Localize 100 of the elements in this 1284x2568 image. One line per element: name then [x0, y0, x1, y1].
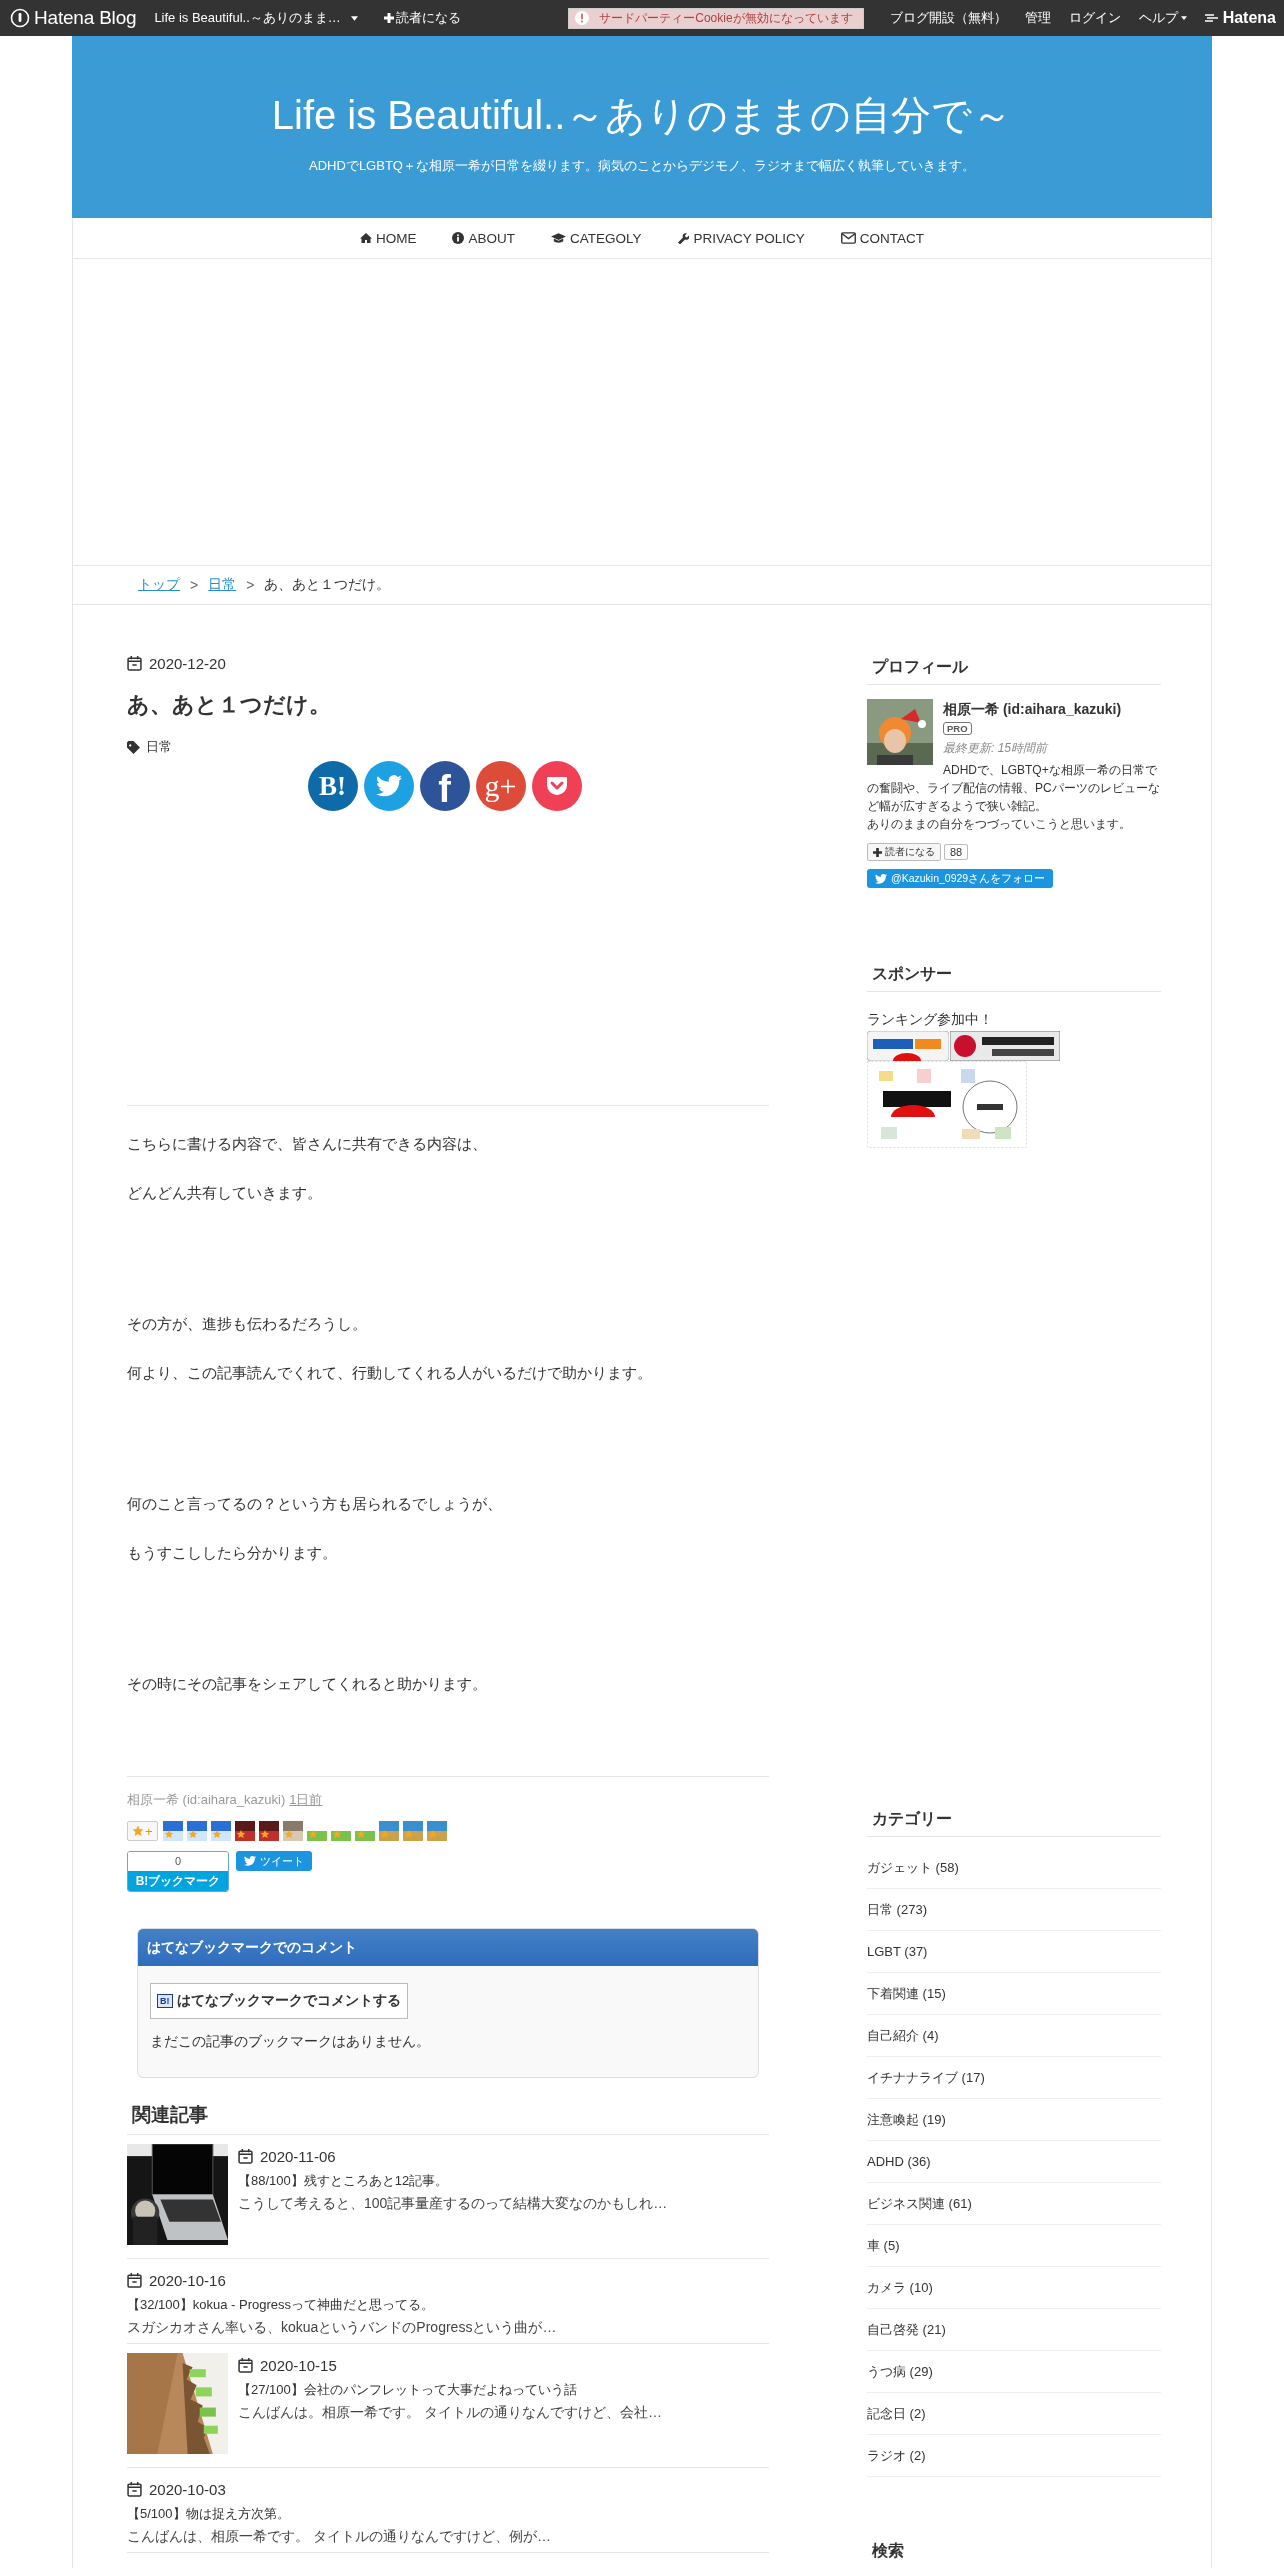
star-avatar-icon[interactable]: [186, 1821, 207, 1841]
entry-snippet: こんばんは。相原一希です。 タイトルの通りなんですけど、会社…: [238, 2403, 662, 2421]
sidebar-heading: 検索: [867, 2541, 1161, 2568]
graduation-cap-icon: [550, 232, 566, 244]
calendar-icon: [238, 2149, 253, 2164]
calendar-icon: [127, 656, 142, 671]
star-avatar-icon[interactable]: [378, 1821, 399, 1841]
nav-link[interactable]: PRIVACY POLICY: [677, 230, 805, 246]
ranking-text: ランキング参加中！: [867, 1011, 994, 1029]
star-avatar-icon[interactable]: [162, 1821, 183, 1841]
blog-description: ADHDでLGBTQ＋な相原一希が日常を綴ります。病気のことからデジモノ、ラジオまで幅広く執筆していきます。: [309, 156, 975, 175]
entry-date: 2020-11-06: [260, 2148, 336, 2165]
related-entry-link[interactable]: 【27/100】会社のパンフレットって大事だよねっていう話: [238, 2381, 662, 2398]
star-avatar-icon[interactable]: [426, 1821, 447, 1841]
breadcrumb-link[interactable]: トップ: [138, 576, 180, 594]
pocket-share-button[interactable]: [531, 761, 582, 811]
plus-icon: [873, 847, 882, 857]
category-link[interactable]: 下着関連 (15): [867, 1984, 946, 2003]
body-paragraph: もうすこししたら分かります。: [127, 1544, 338, 1563]
related-entry-link[interactable]: 【5/100】物は捉え方次第。: [127, 2505, 551, 2522]
category-link[interactable]: カメラ (10): [867, 2278, 933, 2297]
bird-icon: [244, 1856, 256, 1866]
bird-icon: [375, 775, 402, 797]
related-entry-link[interactable]: 【32/100】kokua - Progressって神曲だと思ってる。: [127, 2296, 557, 2313]
entry-snippet: スガシカオさん率いる、kokuaというバンドのProgressという曲が…: [127, 2318, 557, 2336]
nav-link[interactable]: CATEGOLY: [550, 230, 642, 246]
breadcrumb-link[interactable]: 日常: [208, 576, 237, 594]
body-paragraph: こちらに書ける内容で、皆さんに共有できる内容は、: [127, 1135, 488, 1154]
star-avatar-icon[interactable]: [282, 1821, 303, 1841]
category-link[interactable]: 記念日 (2): [867, 2404, 926, 2423]
hatena-logo-icon[interactable]: [1204, 13, 1221, 23]
star-avatar-icon[interactable]: [402, 1821, 423, 1841]
related-entry-link[interactable]: 【88/100】残すところあと12記事。: [238, 2172, 668, 2189]
category-link[interactable]: イチナナライブ (17): [867, 2068, 985, 2087]
info-icon: [452, 232, 465, 244]
sidebar-heading: カテゴリー: [867, 1809, 1161, 1837]
top-bar-link[interactable]: ブログ開設（無料）: [889, 9, 1007, 27]
bookmark-comment-button[interactable]: B! はてなブックマークでコメントする: [150, 1983, 408, 2019]
hatena-bookmark-button[interactable]: 0 B!ブックマーク: [127, 1851, 229, 1892]
category-link[interactable]: 自己紹介 (4): [867, 2026, 939, 2045]
sidebar-heading: スポンサー: [867, 964, 1161, 992]
category-link[interactable]: ガジェット (58): [867, 1858, 959, 1877]
hatena-bookmark-share-button[interactable]: B!: [307, 761, 358, 811]
body-paragraph: その時にその記事をシェアしてくれると助かります。: [127, 1675, 488, 1694]
breadcrumb-current: あ、あと１つだけ。: [264, 576, 391, 594]
category-link[interactable]: 日常 (273): [867, 1900, 927, 1919]
twitter-share-button[interactable]: [363, 761, 414, 811]
entry-title[interactable]: あ、あと１つだけ。: [127, 690, 769, 720]
top-bar-link[interactable]: 管理: [1024, 9, 1051, 27]
breadcrumb-separator: >: [190, 577, 199, 593]
caret-icon: [1180, 16, 1187, 20]
facebook-share-button[interactable]: f: [419, 761, 470, 811]
entry-snippet: こんばんは、相原一希です。 タイトルの通りなんですけど、例が…: [127, 2527, 551, 2545]
hatena-logo[interactable]: Hatena: [1222, 9, 1276, 27]
category-link[interactable]: LGBT (37): [867, 1944, 928, 1959]
subscribe-link[interactable]: 読者になる: [395, 9, 461, 27]
nav-link[interactable]: ABOUT: [452, 230, 515, 246]
body-paragraph: 何のこと言ってるの？という方も居られるでしょうが、: [127, 1495, 503, 1514]
category-link[interactable]: うつ病 (29): [867, 2362, 933, 2381]
blog-menu[interactable]: Life is Beautiful..～ありのまま…: [154, 9, 341, 27]
profile-name[interactable]: 相原一希 (id:aihara_kazuki): [867, 699, 1161, 719]
calendar-icon: [127, 2273, 142, 2288]
bird-icon: [875, 873, 887, 884]
section-heading: 関連記事: [127, 2102, 769, 2135]
google-plus-share-button[interactable]: g+: [475, 761, 526, 811]
category-link[interactable]: ADHD (36): [867, 2154, 931, 2169]
star-avatar-icon[interactable]: [258, 1821, 279, 1841]
top-bar-link[interactable]: ヘルプ: [1138, 9, 1187, 27]
subscribe-button[interactable]: 読者になる: [867, 843, 941, 861]
entry-date[interactable]: 2020-12-20: [149, 655, 226, 672]
entry-date: 2020-10-15: [260, 2357, 337, 2374]
home-icon: [359, 232, 372, 244]
category-link[interactable]: 注意喚起 (19): [867, 2110, 946, 2129]
category-link[interactable]: ラジオ (2): [867, 2446, 926, 2465]
cookie-notice-text: サードパーティーCookieが無効になっています: [599, 9, 853, 27]
no-bookmarks-message: まだこの記事のブックマークはありません。: [150, 2033, 431, 2051]
body-paragraph: どんどん共有していきます。: [127, 1184, 323, 1203]
breadcrumb-separator: >: [246, 577, 255, 593]
category-link[interactable]: ビジネス関連 (61): [867, 2194, 972, 2213]
category-tag[interactable]: 日常: [146, 738, 172, 756]
category-link[interactable]: 自己啓発 (21): [867, 2320, 946, 2339]
top-bar-link[interactable]: ログイン: [1068, 9, 1121, 27]
star-avatar-icon[interactable]: [234, 1821, 255, 1841]
wrench-icon: [677, 232, 690, 244]
category-link[interactable]: 車 (5): [867, 2236, 900, 2255]
brand-name[interactable]: Hatena Blog: [34, 7, 137, 29]
warning-icon: [575, 11, 590, 25]
calendar-icon: [238, 2358, 253, 2373]
profile-description: ADHDで、LGBTQ+な相原一希の日常での奮闘や、ライブ配信の情報、PCパーツのレビューなど幅が広すぎるようで狭い雑記。: [867, 762, 1161, 815]
nav-link[interactable]: CONTACT: [840, 230, 925, 246]
star-avatar-icon[interactable]: [210, 1821, 231, 1841]
body-paragraph: 何より、この記事読んでくれて、行動してくれる人がいるだけで助かります。: [127, 1364, 653, 1383]
hatena-blog-logo-icon[interactable]: [10, 8, 30, 28]
tag-icon: [127, 740, 140, 754]
panel-header: はてなブックマークでのコメント: [138, 1929, 758, 1966]
nav-link[interactable]: HOME: [359, 230, 417, 246]
entry-date: 2020-10-03: [149, 2481, 226, 2498]
subscriber-count: 88: [944, 844, 969, 860]
caret-icon: [350, 15, 358, 21]
sidebar-heading: プロフィール: [867, 657, 1161, 685]
